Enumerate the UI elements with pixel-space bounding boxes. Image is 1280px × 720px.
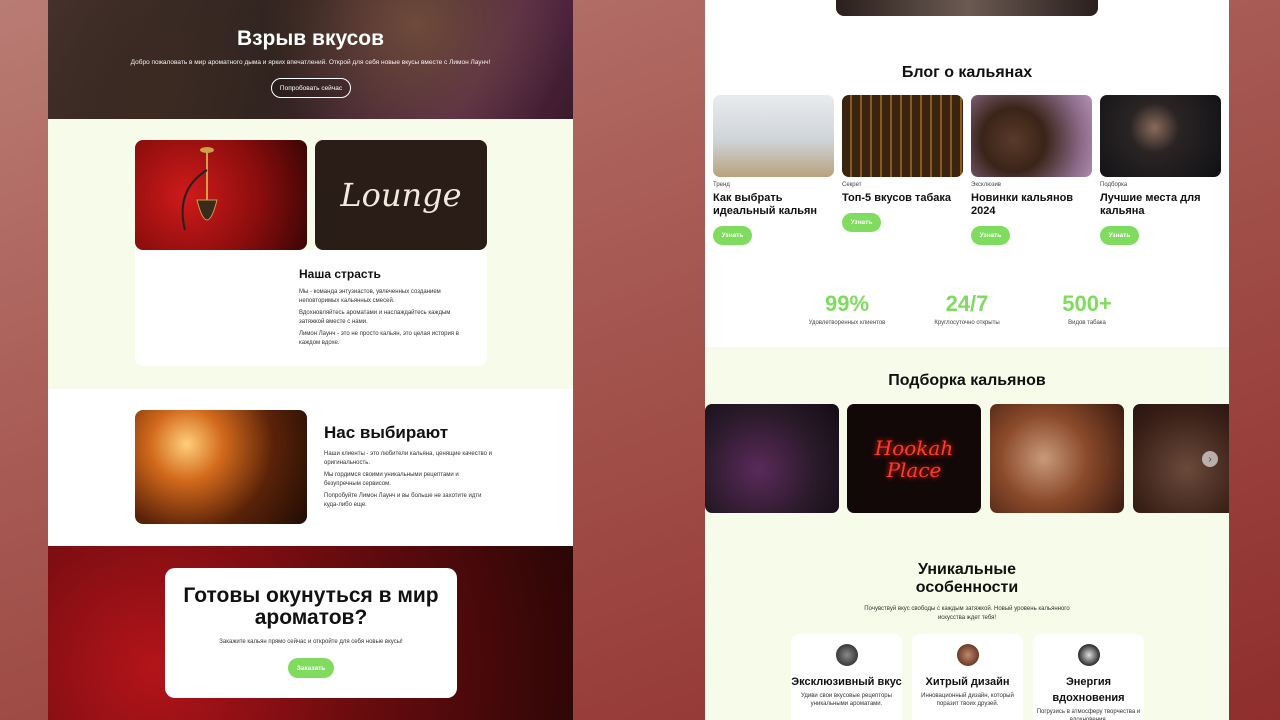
blog-card: Подборка Лучшие места для кальяна Узнать — [1100, 95, 1221, 245]
blog-tag: Подборка — [1100, 182, 1128, 188]
left-page-preview: Взрыв вкусов Добро пожаловать в мир аром… — [48, 0, 573, 720]
feature-avatar-icon — [835, 644, 858, 666]
passion-title: Наша страсть — [299, 267, 381, 281]
blog-image-sofa — [713, 95, 834, 177]
hookah-red-room-image — [135, 140, 307, 250]
blog-title: Блог о кальянах — [901, 64, 1033, 81]
feature-title: Эксклюзивный вкус — [791, 676, 902, 688]
blog-card-title: Новинки кальянов 2024 — [971, 192, 1074, 217]
collection-image-tobacco — [705, 404, 839, 513]
learn-button[interactable]: Узнать — [971, 226, 1010, 245]
choose-text: Наши клиенты - это любители кальяна, цен… — [324, 450, 494, 513]
feature-text: Погрузись в атмосферу творчества и вдохн… — [1036, 709, 1141, 720]
feature-title: Энергия вдохновения — [1052, 676, 1125, 704]
stat-value: 99% — [824, 291, 870, 316]
stat-satisfied: 99% Удовлетворенных клиентов — [802, 291, 892, 326]
collection-title: Подборка кальянов — [888, 372, 1046, 389]
cta-card: Готовы окунуться в мир ароматов? Закажит… — [165, 568, 457, 698]
passion-text: Мы - команда энтузиастов, увлеченных соз… — [299, 288, 474, 351]
unique-title: Уникальные особенности — [705, 561, 1229, 597]
top-image-strip — [836, 0, 1098, 16]
feature-avatar-icon — [1077, 644, 1100, 666]
blog-tag: Секрет — [842, 182, 862, 188]
passion-section: Lounge Наша страсть Мы - команда энтузиа… — [48, 119, 573, 389]
neon-line: Place — [886, 457, 942, 482]
passion-paragraph: Мы - команда энтузиастов, увлеченных соз… — [299, 289, 441, 304]
feature-card: Хитрый дизайн Инновационный дизайн, кото… — [912, 634, 1023, 720]
cta-subtitle: Закажите кальян прямо сейчас и откройте … — [219, 639, 403, 645]
passion-paragraph: Лимон Лаунч - это не просто кальян, это … — [299, 331, 459, 346]
choose-paragraph: Попробуйте Лимон Лаунч и вы больше не за… — [324, 493, 482, 508]
passion-card: Наша страсть Мы - команда энтузиастов, у… — [135, 250, 487, 366]
cta-section: Готовы окунуться в мир ароматов? Закажит… — [48, 546, 573, 720]
blog-image-smoker — [1100, 95, 1221, 177]
collection-section: Подборка кальянов Hookah Place › Уникаль… — [705, 347, 1229, 720]
blog-tag: Эксклюзив — [971, 182, 1001, 188]
stat-open: 24/7 Круглосуточно открыты — [922, 291, 1012, 326]
stat-value: 500+ — [1062, 291, 1112, 316]
unique-title-line: Уникальные — [918, 561, 1016, 578]
hero-subtitle: Добро пожаловать в мир ароматного дыма и… — [130, 59, 491, 66]
lounge-bokeh-image — [135, 410, 307, 524]
learn-button[interactable]: Узнать — [842, 213, 881, 232]
hero-section: Взрыв вкусов Добро пожаловать в мир аром… — [48, 0, 573, 119]
stat-label: Видов табака — [1068, 320, 1106, 326]
choose-title: Нас выбирают — [324, 423, 449, 442]
blog-tag: Тренд — [713, 182, 730, 188]
blog-image-bowls — [971, 95, 1092, 177]
choose-us-section: Нас выбирают Наши клиенты - это любители… — [48, 389, 573, 546]
feature-avatar-icon — [956, 644, 979, 666]
blog-card: Тренд Как выбрать идеальный кальян Узнат… — [713, 95, 834, 245]
blog-card-title: Топ-5 вкусов табака — [842, 192, 952, 204]
unique-subtitle: Почувствуй вкус свободы с каждым затяжко… — [864, 606, 1070, 621]
carousel-next-button[interactable]: › — [1202, 451, 1218, 467]
neon-line: Hookah — [874, 435, 954, 460]
try-now-button[interactable]: Попробовать сейчас — [271, 78, 351, 98]
learn-button[interactable]: Узнать — [1100, 226, 1139, 245]
blog-card-title: Как выбрать идеальный кальян — [713, 192, 818, 217]
blog-card: Секрет Топ-5 вкусов табака Узнать — [842, 95, 963, 232]
choose-paragraph: Наши клиенты - это любители кальяна, цен… — [324, 451, 492, 466]
feature-card: Энергия вдохновения Погрузись в атмосфер… — [1033, 634, 1144, 720]
learn-button[interactable]: Узнать — [713, 226, 752, 245]
blog-image-bar — [842, 95, 963, 177]
stat-label: Удовлетворенных клиентов — [808, 320, 886, 326]
blog-card-title: Лучшие места для кальяна — [1100, 192, 1201, 217]
collection-image-hands — [990, 404, 1124, 513]
stat-value: 24/7 — [945, 291, 989, 316]
right-page-preview: Блог о кальянах Тренд Как выбрать идеаль… — [705, 0, 1229, 720]
feature-text: Удиви свои вкусовые рецепторы уникальным… — [801, 693, 892, 707]
stat-tobacco: 500+ Видов табака — [1042, 291, 1132, 326]
passion-paragraph: Вдохновляйтесь ароматами и наслаждайтесь… — [299, 310, 451, 325]
feature-card: Эксклюзивный вкус Удиви свои вкусовые ре… — [791, 634, 902, 720]
feature-text: Инновационный дизайн, который поразит тв… — [921, 693, 1014, 707]
cta-title: Готовы окунуться в мир ароматов? — [183, 584, 439, 629]
hero-title: Взрыв вкусов — [236, 27, 385, 50]
lounge-neon-image: Lounge — [315, 140, 487, 250]
blog-card: Эксклюзив Новинки кальянов 2024 Узнать — [971, 95, 1092, 245]
unique-title-line: особенности — [915, 579, 1019, 596]
hookah-icon — [181, 147, 218, 231]
order-button[interactable]: Заказать — [288, 658, 334, 678]
stat-label: Круглосуточно открыты — [934, 320, 1000, 326]
feature-title: Хитрый дизайн — [925, 676, 1010, 688]
choose-paragraph: Мы гордимся своими уникальными рецептами… — [324, 472, 459, 487]
collection-image-neon: Hookah Place — [847, 404, 981, 513]
